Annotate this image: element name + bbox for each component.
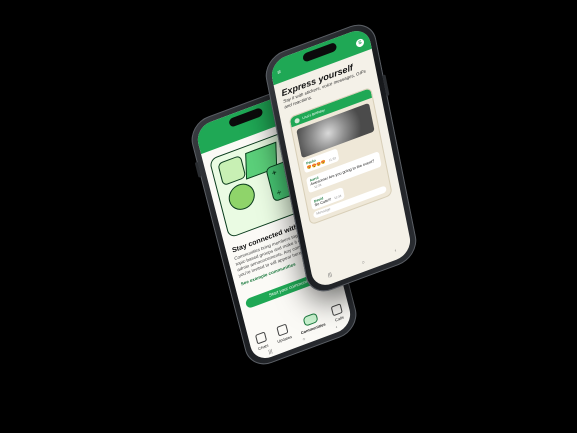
- message-time: 11:32: [328, 155, 337, 163]
- menu-icon[interactable]: ≡: [277, 69, 282, 76]
- back-button[interactable]: ‹: [394, 248, 397, 254]
- avatar: [294, 117, 300, 124]
- home-button[interactable]: ○: [361, 259, 365, 266]
- chat-preview: Lisa's Birthday Paulo 😍😍😍😍11:32 Aarul Aw…: [288, 86, 393, 226]
- plus-symbol: +: [270, 167, 278, 178]
- recents-button[interactable]: |||: [327, 272, 332, 279]
- nav-calls[interactable]: Calls: [330, 303, 345, 323]
- recents-button[interactable]: |||: [268, 348, 273, 355]
- divide-symbol: ÷: [275, 187, 283, 198]
- back-button[interactable]: ‹: [335, 324, 338, 330]
- message-time: 11:34: [333, 193, 342, 201]
- nav-chats[interactable]: Chats: [254, 331, 269, 351]
- apple-icon: [226, 179, 258, 214]
- logo-icon: S: [355, 37, 365, 49]
- people-icon: [217, 154, 247, 187]
- chat-name: Lisa's Birthday: [302, 108, 326, 121]
- message-time: 11:33: [313, 182, 322, 190]
- home-button[interactable]: ○: [302, 336, 306, 343]
